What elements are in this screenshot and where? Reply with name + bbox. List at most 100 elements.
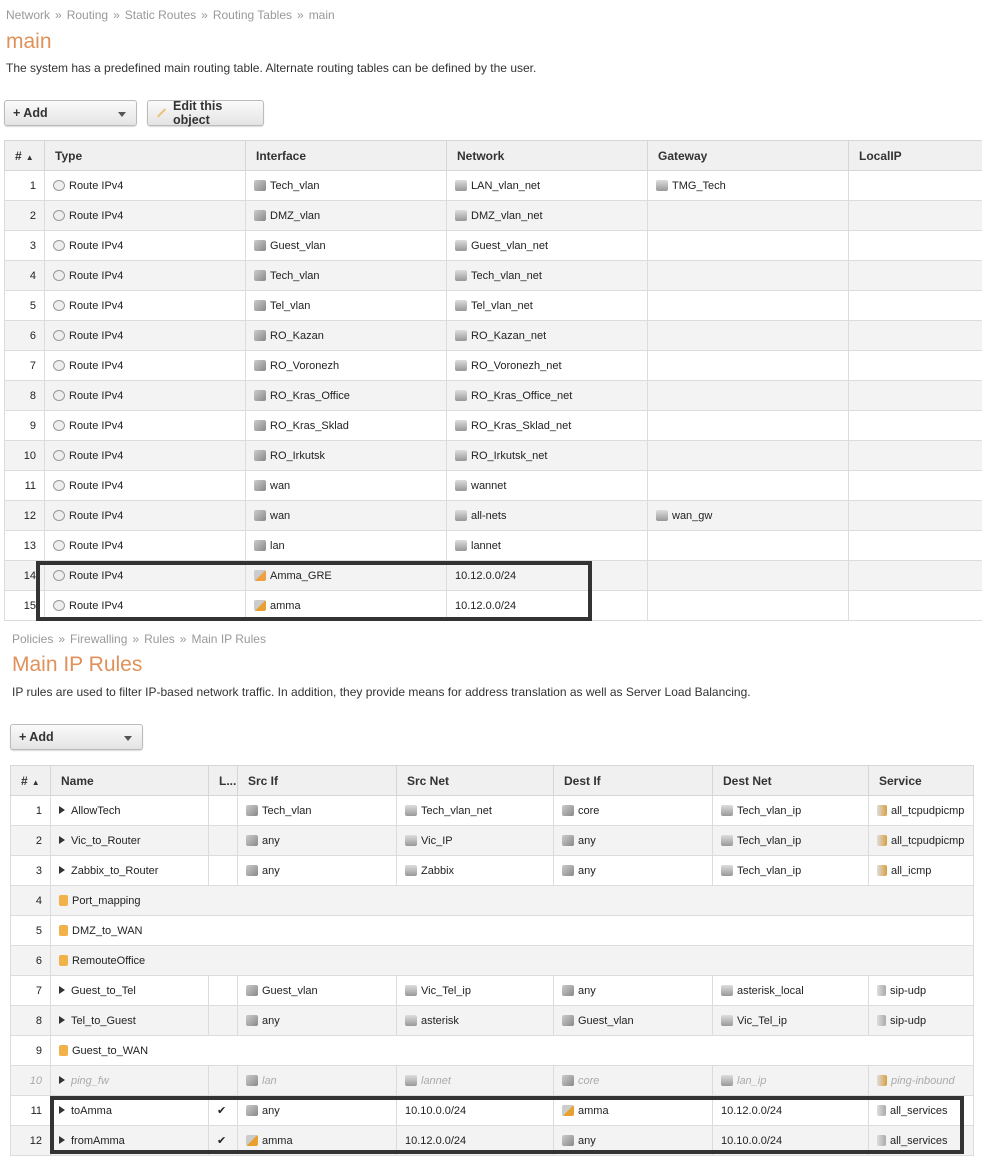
expand-arrow-icon[interactable] <box>59 1015 65 1024</box>
table-cell: 2 <box>10 825 51 856</box>
table-cell: 11 <box>10 1095 51 1126</box>
cell-text: asterisk <box>421 1014 459 1027</box>
table-cell: Zabbix_to_Router <box>50 855 209 886</box>
table-row[interactable]: 15 Route IPv4 amma 10.12.0.0/24 <box>4 590 982 621</box>
table-cell <box>848 590 982 621</box>
column-header-2[interactable]: L... <box>208 765 238 796</box>
table-cell <box>647 440 849 471</box>
column-header-0[interactable]: # ▲ <box>10 765 51 796</box>
edit-object-button[interactable]: Edit this object <box>147 99 264 127</box>
interface-icon <box>254 209 266 221</box>
folder-icon <box>59 954 68 966</box>
table-row[interactable]: 1 AllowTech Tech_vlan Tech_vlan_net core Tech… <box>10 795 974 826</box>
table-row[interactable]: 6 Route IPv4 RO_Kazan RO_Kazan_net <box>4 320 982 351</box>
cell-text: toAmma <box>71 1104 112 1117</box>
gateway-icon <box>656 179 668 191</box>
table-row[interactable]: 3 Zabbix_to_Router any Zabbix any Tech_vlan_i… <box>10 855 974 886</box>
table-row[interactable]: 2 Vic_to_Router any Vic_IP any Tech_vlan_ip al… <box>10 825 974 856</box>
network-icon <box>455 449 467 461</box>
rules-add-dropdown-button[interactable]: + Add <box>10 724 143 750</box>
column-header-4[interactable]: Gateway <box>647 140 849 171</box>
table-cell: 5 <box>10 915 51 946</box>
table-cell: Route IPv4 <box>44 380 246 411</box>
add-dropdown-button[interactable]: + Add <box>4 100 137 126</box>
table-row[interactable]: 2 Route IPv4 DMZ_vlan DMZ_vlan_net <box>4 200 982 231</box>
cell-text: Guest_to_WAN <box>72 1044 149 1057</box>
table-cell <box>208 795 238 826</box>
table-row[interactable]: 4 Port_mapping <box>10 885 974 916</box>
column-header-1[interactable]: Type <box>44 140 246 171</box>
column-header-2[interactable]: Interface <box>245 140 447 171</box>
breadcrumb-item[interactable]: Routing Tables <box>213 8 292 22</box>
breadcrumb-item[interactable]: Rules <box>144 632 175 646</box>
table-row[interactable]: 10 ping_fw lan lannet core lan_ip ping-inbound <box>10 1065 974 1096</box>
interface-icon <box>254 389 266 401</box>
breadcrumb-item[interactable]: Firewalling <box>70 632 127 646</box>
column-header-3[interactable]: Network <box>446 140 648 171</box>
table-row[interactable]: 3 Route IPv4 Guest_vlan Guest_vlan_net <box>4 230 982 261</box>
table-row[interactable]: 9 Guest_to_WAN <box>10 1035 974 1066</box>
table-cell: amma <box>237 1125 397 1156</box>
expand-arrow-icon[interactable] <box>59 805 65 814</box>
interface-icon <box>562 1014 574 1026</box>
column-label: Gateway <box>658 148 708 163</box>
table-row[interactable]: 1 Route IPv4 Tech_vlan LAN_vlan_net TMG_Tech <box>4 170 982 201</box>
route-icon <box>53 419 65 431</box>
expand-arrow-icon[interactable] <box>59 1135 65 1144</box>
table-row[interactable]: 11 Route IPv4 wan wannet <box>4 470 982 501</box>
breadcrumb-item[interactable]: Routing <box>67 8 108 22</box>
table-row[interactable]: 8 Tel_to_Guest any asterisk Guest_vlan Vic_Te… <box>10 1005 974 1036</box>
table-cell: ping_fw <box>50 1065 209 1096</box>
breadcrumb-item[interactable]: Static Routes <box>125 8 196 22</box>
table-row[interactable]: 12 Route IPv4 wan all-nets wan_gw <box>4 500 982 531</box>
table-row[interactable]: 4 Route IPv4 Tech_vlan Tech_vlan_net <box>4 260 982 291</box>
table-row[interactable]: 14 Route IPv4 Amma_GRE 10.12.0.0/24 <box>4 560 982 591</box>
cell-text: lan <box>262 1074 277 1087</box>
table-row[interactable]: 7 Route IPv4 RO_Voronezh RO_Voronezh_net <box>4 350 982 381</box>
table-cell: any <box>237 1095 397 1126</box>
expand-arrow-icon[interactable] <box>59 835 65 844</box>
column-header-0[interactable]: # ▲ <box>4 140 45 171</box>
table-row[interactable]: 8 Route IPv4 RO_Kras_Office RO_Kras_Office_… <box>4 380 982 411</box>
table-row[interactable]: 9 Route IPv4 RO_Kras_Sklad RO_Kras_Sklad_ne… <box>4 410 982 441</box>
service-icon <box>877 864 887 876</box>
column-header-5[interactable]: LocalIP <box>848 140 982 171</box>
table-row[interactable]: 5 DMZ_to_WAN <box>10 915 974 946</box>
column-header-3[interactable]: Src If <box>237 765 397 796</box>
table-row[interactable]: 13 Route IPv4 lan lannet <box>4 530 982 561</box>
table-cell: 15 <box>4 590 45 621</box>
cell-text: lan <box>270 539 285 552</box>
expand-arrow-icon[interactable] <box>59 865 65 874</box>
table-cell: 3 <box>10 855 51 886</box>
table-cell <box>848 560 982 591</box>
folder-icon <box>59 924 68 936</box>
table-cell: Guest_to_WAN <box>50 1035 974 1066</box>
route-icon <box>53 299 65 311</box>
cell-text: Route IPv4 <box>69 599 124 612</box>
breadcrumb-separator: » <box>297 8 304 22</box>
cell-text: 12 <box>23 509 36 522</box>
cell-text: all_services <box>890 1134 948 1147</box>
expand-arrow-icon[interactable] <box>59 1105 65 1114</box>
column-header-5[interactable]: Dest If <box>553 765 713 796</box>
table-cell: RO_Kras_Sklad_net <box>446 410 648 441</box>
table-row[interactable]: 5 Route IPv4 Tel_vlan Tel_vlan_net <box>4 290 982 321</box>
table-cell <box>848 290 982 321</box>
cell-text: RO_Kras_Sklad <box>270 419 349 432</box>
breadcrumb-item[interactable]: Policies <box>12 632 53 646</box>
table-cell: all_icmp <box>868 855 974 886</box>
breadcrumb-item[interactable]: Network <box>6 8 50 22</box>
table-row[interactable]: 12 fromAmma ✔ amma 10.12.0.0/24 any 10.10.0.0/… <box>10 1125 974 1156</box>
table-row[interactable]: 10 Route IPv4 RO_Irkutsk RO_Irkutsk_net <box>4 440 982 471</box>
column-header-4[interactable]: Src Net <box>396 765 554 796</box>
expand-arrow-icon[interactable] <box>59 985 65 994</box>
table-row[interactable]: 7 Guest_to_Tel Guest_vlan Vic_Tel_ip any aste… <box>10 975 974 1006</box>
table-row[interactable]: 11 toAmma ✔ any 10.10.0.0/24 amma 10.12.0.0/24… <box>10 1095 974 1126</box>
column-header-1[interactable]: Name <box>50 765 209 796</box>
table-cell: ping-inbound <box>868 1065 974 1096</box>
column-header-6[interactable]: Dest Net <box>712 765 869 796</box>
table-row[interactable]: 6 RemouteOffice <box>10 945 974 976</box>
expand-arrow-icon[interactable] <box>59 1075 65 1084</box>
column-header-7[interactable]: Service <box>868 765 974 796</box>
cell-text: RO_Kazan <box>270 329 324 342</box>
